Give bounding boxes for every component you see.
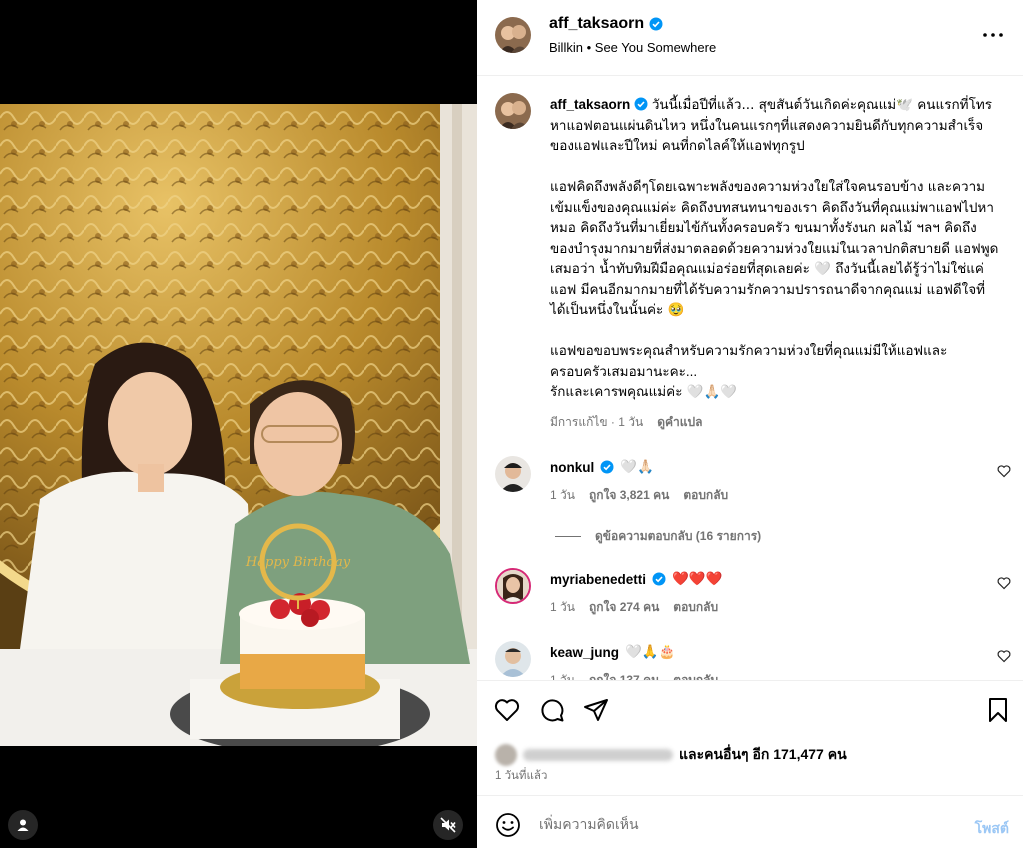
verified-badge-icon [652,572,666,586]
comment-line: myriabenedetti ❤️❤️❤️ [550,571,722,587]
commenter-avatar[interactable] [495,641,531,677]
music-title[interactable]: See You Somewhere [595,40,716,55]
comment-meta: 1 วัน ถูกใจ 137 คน ตอบกลับ [550,671,718,680]
caption-author-avatar[interactable] [495,93,531,129]
post-header: aff_taksaorn Billkin • See You Somewhere [477,0,1023,76]
verified-badge-icon [649,17,663,31]
commenter-username[interactable]: nonkul [550,460,594,475]
comments-scroll-area[interactable]: aff_taksaorn วันนี้เมื่อปีที่แล้ว... สุข… [477,77,1023,680]
comment-time: 1 วัน [550,673,575,680]
commenter-username[interactable]: keaw_jung [550,645,619,660]
cake-topper-text: Happy Birthday [245,555,351,570]
heart-outline-icon[interactable] [997,649,1011,663]
share-button[interactable] [582,696,610,724]
author-username-row: aff_taksaorn [549,15,663,33]
muted-speaker-icon [440,817,456,833]
avatar-image [495,456,531,492]
comment-bubble-icon [541,699,564,722]
comment-line: nonkul 🤍🙏🏻 [550,459,654,475]
post-actions: และคนอื่นๆ อีก 171,477 คน 1 วันที่แล้ว [477,680,1023,795]
photo-illustration: Happy Birthday [0,104,477,746]
comment-input[interactable] [539,810,939,838]
post-media[interactable]: Happy Birthday [0,0,477,848]
post-photo[interactable]: Happy Birthday [0,104,477,746]
likes-count-text[interactable]: และคนอื่นๆ อีก 171,477 คน [679,744,847,766]
commenter-avatar[interactable] [495,456,531,492]
paper-plane-icon [584,699,608,721]
avatar-image [495,641,531,677]
replies-divider-line [555,536,581,537]
bookmark-icon [989,698,1007,722]
verified-badge-icon [634,97,648,111]
music-info[interactable]: Billkin • See You Somewhere [549,40,716,55]
comment-likes[interactable]: ถูกใจ 274 คน [589,598,659,617]
translate-link[interactable]: ดูคำแปล [657,413,702,432]
post-caption: aff_taksaorn วันนี้เมื่อปีที่แล้ว... สุข… [550,95,1000,403]
comment-meta: 1 วัน ถูกใจ 274 คน ตอบกลับ [550,598,718,617]
more-options-icon [983,33,1003,37]
tagged-users-button[interactable] [8,810,38,840]
view-replies-label[interactable]: ดูข้อความตอบกลับ (16 รายการ) [595,527,761,546]
caption-username[interactable]: aff_taksaorn [550,97,630,112]
comment-time: 1 วัน [550,600,575,614]
comment-text: 🤍🙏🏻 [620,459,654,475]
caption-paragraph-3: แอฟขอขอบพระคุณสำหรับความรักความห่วงใยที่… [550,343,948,379]
heart-outline-icon[interactable] [997,464,1011,478]
comment-composer: โพสต์ [477,795,1023,848]
author-username[interactable]: aff_taksaorn [549,15,644,33]
view-replies-button[interactable]: ดูข้อความตอบกลับ (16 รายการ) [555,527,761,546]
user-icon [17,819,29,831]
edited-label: มีการแก้ไข · 1 วัน [550,415,644,429]
verified-badge-icon [600,460,614,474]
commenter-avatar[interactable] [495,568,531,604]
post-timestamp[interactable]: 1 วันที่แล้ว [495,767,547,785]
emoji-picker-icon[interactable] [495,812,521,838]
comment-text: 🤍🙏🎂 [625,644,676,660]
music-artist[interactable]: Billkin [549,40,583,55]
likes-summary[interactable]: และคนอื่นๆ อีก 171,477 คน [495,744,847,766]
heart-icon [494,699,520,721]
avatar-image [495,93,531,129]
liker-name-blurred [523,749,673,761]
author-avatar[interactable] [495,17,531,53]
music-separator: • [586,40,592,55]
liker-avatar-blurred [495,744,517,766]
reply-button[interactable]: ตอบกลับ [683,486,728,505]
mute-button[interactable] [433,810,463,840]
like-button[interactable] [493,696,521,724]
comment-time: 1 วัน [550,488,575,502]
comment-line: keaw_jung 🤍🙏🎂 [550,644,675,660]
save-button[interactable] [984,696,1012,724]
more-options-button[interactable] [981,25,1005,45]
comment-meta: 1 วัน ถูกใจ 3,821 คน ตอบกลับ [550,486,728,505]
caption-paragraph-4: รักและเคารพคุณแม่ค่ะ 🤍🙏🏻🤍 [550,384,738,400]
reply-button[interactable]: ตอบกลับ [673,598,718,617]
comment-button[interactable] [538,696,566,724]
comment-likes[interactable]: ถูกใจ 137 คน [589,671,659,680]
reply-button[interactable]: ตอบกลับ [673,671,718,680]
avatar-image [497,570,529,602]
post-details-panel: aff_taksaorn Billkin • See You Somewhere… [477,0,1023,848]
comment-likes[interactable]: ถูกใจ 3,821 คน [589,486,669,505]
commenter-username[interactable]: myriabenedetti [550,572,646,587]
caption-meta: มีการแก้ไข · 1 วัน ดูคำแปล [550,413,702,432]
caption-paragraph-2: แอฟคิดถึงพลังดีๆโดยเฉพาะพลังของความห่วงใ… [550,179,999,318]
avatar-image [495,17,531,53]
heart-outline-icon[interactable] [997,576,1011,590]
comment-text: ❤️❤️❤️ [672,571,723,587]
post-comment-button[interactable]: โพสต์ [975,818,1009,840]
